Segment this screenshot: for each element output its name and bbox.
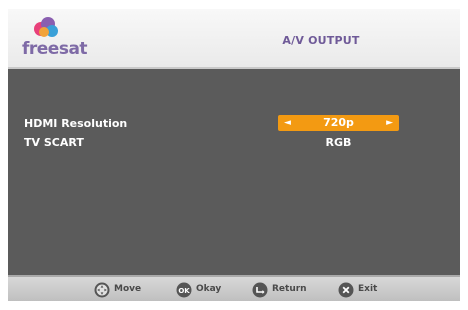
hint-label-return: Return — [272, 284, 307, 294]
return-button-icon — [252, 282, 268, 298]
hint-label-exit: Exit — [358, 284, 378, 294]
svg-text:OK: OK — [178, 287, 190, 295]
logo-text: freesat — [22, 39, 88, 59]
right-arrow-icon[interactable]: ► — [386, 117, 393, 129]
ok-button-icon: OK — [176, 282, 192, 298]
hdmi-resolution-selector[interactable]: ◄ 720p ► — [278, 115, 399, 131]
tv-screen: freesat A/V OUTPUT HDMI Resolution ◄ 720… — [8, 9, 460, 301]
button-hint-bar: Move OK Okay Return Exit — [8, 275, 460, 301]
header-bar: freesat A/V OUTPUT — [8, 9, 460, 69]
settings-menu: HDMI Resolution ◄ 720p ► TV SCART RGB — [8, 69, 460, 274]
freesat-logo-icon — [34, 17, 58, 37]
hdmi-resolution-value: 720p — [323, 116, 354, 129]
freesat-logo: freesat — [22, 17, 88, 61]
hint-label-okay: Okay — [196, 284, 222, 294]
tv-scart-value[interactable]: RGB — [278, 136, 399, 149]
hint-label-move: Move — [114, 284, 142, 294]
exit-button-icon — [338, 282, 354, 298]
page-title: A/V OUTPUT — [282, 34, 360, 47]
setting-label-tv-scart[interactable]: TV SCART — [24, 136, 84, 149]
setting-label-hdmi-resolution[interactable]: HDMI Resolution — [24, 117, 127, 130]
dpad-icon — [94, 282, 110, 298]
